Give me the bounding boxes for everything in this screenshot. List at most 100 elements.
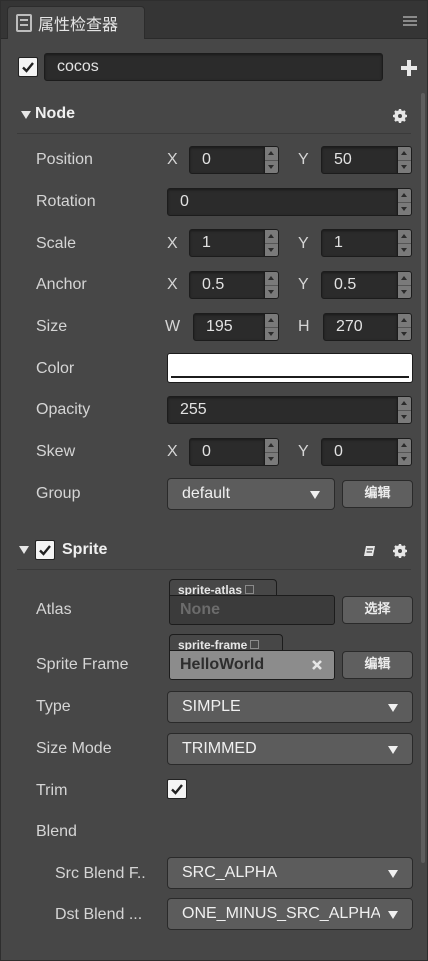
- anchor-y-axis: Y: [298, 276, 309, 293]
- gear-icon[interactable]: [393, 109, 407, 123]
- trim-checkbox[interactable]: [167, 779, 187, 799]
- src-blend-label: Src Blend F..: [55, 865, 146, 882]
- size-h-axis: H: [298, 318, 310, 335]
- checkmark-icon: [39, 545, 51, 556]
- chevron-down-icon: [388, 911, 398, 919]
- type-value: SIMPLE: [182, 698, 241, 715]
- help-book-icon[interactable]: [363, 544, 377, 558]
- sprite-enabled-checkbox[interactable]: [35, 540, 55, 560]
- size-mode-value: TRIMMED: [182, 740, 257, 757]
- type-dropdown[interactable]: SIMPLE: [167, 691, 413, 723]
- chevron-down-icon: [310, 491, 320, 499]
- external-link-icon: [250, 640, 260, 649]
- scale-x-input[interactable]: 1: [189, 229, 265, 257]
- external-link-icon: [245, 585, 255, 594]
- opacity-label: Opacity: [36, 401, 91, 418]
- sprite-section-header[interactable]: Sprite: [1, 532, 427, 568]
- size-mode-label: Size Mode: [36, 740, 112, 757]
- rotation-stepper[interactable]: [398, 188, 412, 216]
- size-height-input[interactable]: 270: [323, 313, 398, 341]
- opacity-input[interactable]: 255: [167, 396, 398, 424]
- chevron-down-icon: [388, 870, 398, 878]
- src-blend-dropdown[interactable]: SRC_ALPHA: [167, 857, 413, 889]
- type-label: Type: [36, 698, 71, 715]
- node-section-header[interactable]: Node: [1, 97, 427, 133]
- inspector-icon: [16, 14, 32, 32]
- position-y-stepper[interactable]: [398, 146, 412, 174]
- scale-x-stepper[interactable]: [265, 229, 279, 257]
- blend-label: Blend: [36, 823, 77, 840]
- dst-blend-label: Dst Blend ...: [55, 906, 143, 923]
- skew-y-stepper[interactable]: [398, 438, 412, 466]
- position-y-input[interactable]: 50: [321, 146, 398, 174]
- dst-blend-value: ONE_MINUS_SRC_ALPHA: [182, 905, 382, 922]
- size-width-input[interactable]: 195: [193, 313, 265, 341]
- position-x-input[interactable]: 0: [189, 146, 265, 174]
- size-label: Size: [36, 318, 68, 335]
- anchor-x-stepper[interactable]: [265, 271, 279, 299]
- size-height-stepper[interactable]: [398, 313, 412, 341]
- menu-icon[interactable]: [403, 16, 417, 26]
- tab-inspector[interactable]: 属性检查器: [7, 6, 145, 39]
- group-dropdown[interactable]: default: [167, 478, 335, 510]
- skew-y-input[interactable]: 0: [321, 438, 398, 466]
- size-w-axis: W: [165, 318, 181, 335]
- checkmark-icon: [22, 62, 34, 73]
- rotation-input[interactable]: 0: [167, 188, 398, 216]
- position-x-stepper[interactable]: [265, 146, 279, 174]
- scale-x-axis: X: [167, 235, 178, 252]
- skew-label: Skew: [36, 443, 76, 460]
- anchor-y-input[interactable]: 0.5: [321, 271, 398, 299]
- position-label: Position: [36, 151, 93, 168]
- scale-label: Scale: [36, 235, 77, 252]
- chevron-down-icon: [388, 746, 398, 754]
- size-width-stepper[interactable]: [265, 313, 279, 341]
- tab-title: 属性检查器: [38, 15, 119, 34]
- atlas-asset-field[interactable]: None: [169, 595, 335, 625]
- rotation-label: Rotation: [36, 193, 96, 210]
- scale-y-axis: Y: [298, 235, 309, 252]
- atlas-label: Atlas: [36, 601, 72, 618]
- skew-y-axis: Y: [298, 443, 309, 460]
- sprite-frame-value: HelloWorld: [180, 656, 265, 673]
- anchor-label: Anchor: [36, 276, 87, 293]
- group-value: default: [182, 485, 231, 502]
- trim-label: Trim: [36, 782, 68, 799]
- skew-x-stepper[interactable]: [265, 438, 279, 466]
- size-mode-dropdown[interactable]: TRIMMED: [167, 733, 413, 765]
- scale-y-input[interactable]: 1: [321, 229, 398, 257]
- scrollbar[interactable]: [421, 93, 425, 863]
- gear-icon[interactable]: [393, 544, 407, 558]
- dst-blend-dropdown[interactable]: ONE_MINUS_SRC_ALPHA: [167, 898, 413, 930]
- collapse-triangle-icon: [21, 111, 31, 119]
- chevron-down-icon: [388, 704, 398, 712]
- color-label: Color: [36, 360, 75, 377]
- src-blend-value: SRC_ALPHA: [182, 864, 278, 881]
- anchor-y-stepper[interactable]: [398, 271, 412, 299]
- color-swatch[interactable]: [167, 353, 413, 383]
- edit-group-button[interactable]: 编辑: [342, 480, 413, 508]
- select-atlas-button[interactable]: 选择: [342, 596, 413, 624]
- skew-x-input[interactable]: 0: [189, 438, 265, 466]
- scale-y-stepper[interactable]: [398, 229, 412, 257]
- node-active-checkbox[interactable]: [18, 57, 38, 77]
- atlas-value: None: [180, 601, 220, 618]
- node-section-title: Node: [35, 105, 75, 122]
- checkmark-icon: [171, 784, 183, 795]
- sprite-section-title: Sprite: [62, 541, 108, 558]
- group-label: Group: [36, 485, 81, 502]
- position-x-axis: X: [167, 151, 178, 168]
- add-component-icon[interactable]: [401, 60, 417, 76]
- edit-sprite-frame-button[interactable]: 编辑: [342, 651, 413, 679]
- position-y-axis: Y: [298, 151, 309, 168]
- skew-x-axis: X: [167, 443, 178, 460]
- clear-x-icon[interactable]: [311, 659, 323, 671]
- anchor-x-input[interactable]: 0.5: [189, 271, 265, 299]
- opacity-stepper[interactable]: [398, 396, 412, 424]
- tab-bar: 属性检查器: [1, 1, 427, 39]
- sprite-frame-label: Sprite Frame: [36, 656, 129, 673]
- anchor-x-axis: X: [167, 276, 178, 293]
- node-name-input[interactable]: cocos: [44, 53, 383, 81]
- collapse-triangle-icon: [19, 546, 29, 554]
- section-divider: [17, 133, 411, 134]
